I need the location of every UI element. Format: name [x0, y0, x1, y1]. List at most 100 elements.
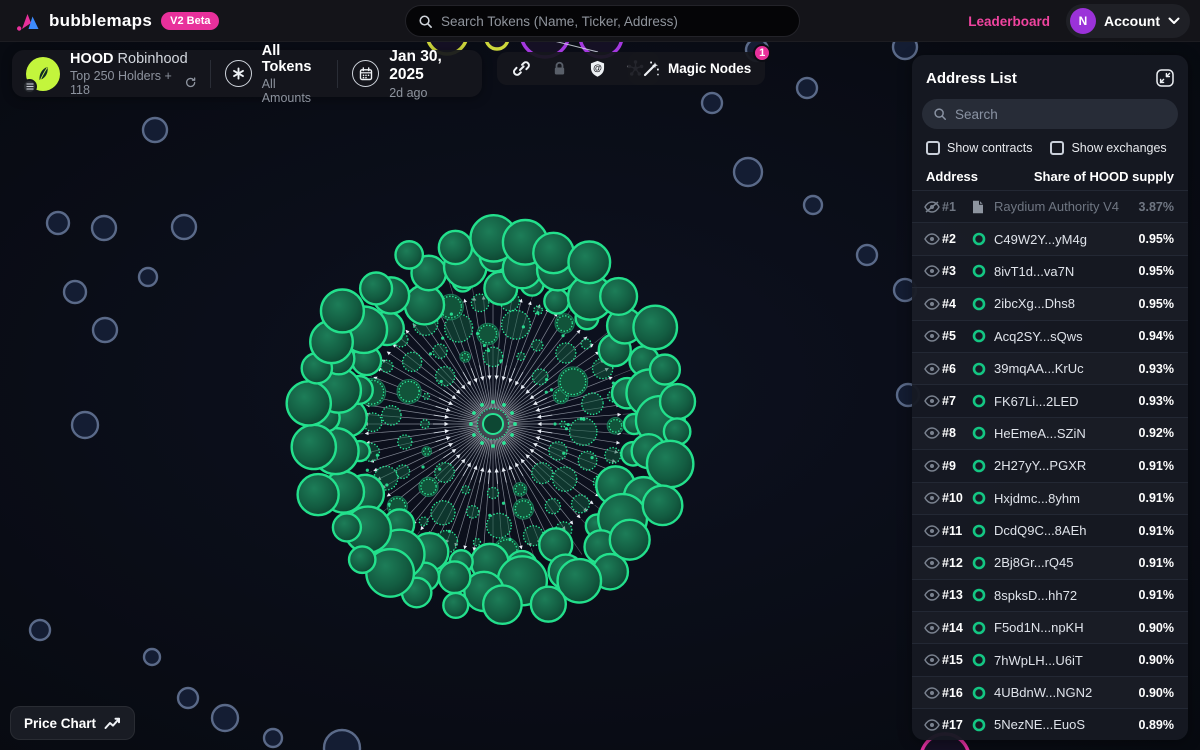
collapse-panel-icon[interactable]	[1154, 67, 1176, 89]
holder-bubble-icon	[972, 491, 994, 505]
eye-icon[interactable]	[924, 427, 942, 439]
svg-text:@: @	[593, 63, 602, 73]
share-value: 3.87%	[1139, 200, 1174, 214]
token-search[interactable]	[405, 5, 800, 37]
table-row[interactable]: #14F5od1N...npKH0.90%	[912, 611, 1188, 643]
column-header-address: Address	[926, 169, 978, 184]
show-contracts-checkbox[interactable]: Show contracts	[926, 141, 1032, 155]
eye-icon[interactable]	[924, 525, 942, 537]
holder-bubble-icon	[972, 556, 994, 570]
eye-icon[interactable]	[924, 719, 942, 731]
address-label: 4UBdnW...NGN2	[994, 685, 1139, 700]
holder-bubble-icon	[972, 718, 994, 732]
eye-icon[interactable]	[924, 330, 942, 342]
rank-label: #15	[942, 653, 972, 667]
table-row[interactable]: #164UBdnW...NGN20.90%	[912, 676, 1188, 708]
eye-icon[interactable]	[924, 492, 942, 504]
address-label: 5NezNE...EuoS	[994, 717, 1139, 732]
table-row[interactable]: #92H27yY...PGXR0.91%	[912, 449, 1188, 481]
filter-title: All Tokens	[262, 43, 324, 75]
magic-nodes-button[interactable]: Magic Nodes 1	[628, 52, 765, 85]
table-row[interactable]: #42ibcXg...Dhs80.95%	[912, 287, 1188, 319]
show-exchanges-checkbox[interactable]: Show exchanges	[1050, 141, 1166, 155]
holder-bubble-icon	[972, 686, 994, 700]
address-search-input[interactable]	[955, 107, 1167, 122]
eye-icon[interactable]	[924, 589, 942, 601]
link-mode-icon[interactable]	[511, 59, 531, 79]
holder-bubble-icon	[972, 297, 994, 311]
eye-icon[interactable]	[924, 395, 942, 407]
search-icon	[418, 14, 433, 29]
address-label: 2Bj8Gr...rQ45	[994, 555, 1139, 570]
trend-line-icon	[104, 717, 121, 730]
table-row[interactable]: #639mqAA...KrUc0.93%	[912, 352, 1188, 384]
column-header-share: Share of HOOD supply	[1034, 169, 1174, 184]
eye-icon[interactable]	[924, 687, 942, 699]
checkbox	[926, 141, 940, 155]
table-row[interactable]: #10Hxjdmc...8yhm0.91%	[912, 482, 1188, 514]
table-row[interactable]: #5Acq2SY...sQws0.94%	[912, 320, 1188, 352]
shield-scan-icon[interactable]: @	[587, 59, 607, 79]
share-value: 0.93%	[1139, 362, 1174, 376]
eye-icon[interactable]	[924, 460, 942, 472]
holder-bubble-icon	[972, 362, 994, 376]
eye-off-icon[interactable]	[924, 201, 942, 213]
table-row[interactable]: #122Bj8Gr...rQ450.91%	[912, 546, 1188, 578]
rank-label: #7	[942, 394, 972, 408]
leaderboard-link[interactable]: Leaderboard	[968, 14, 1050, 29]
topbar-right: Leaderboard N Account	[968, 0, 1190, 42]
date-selector[interactable]: Jan 30, 2025 2d ago	[338, 50, 482, 97]
table-row[interactable]: #8HeEmeA...SZiN0.92%	[912, 417, 1188, 449]
token-selector[interactable]: HOOD Robinhood Top 250 Holders + 118	[12, 50, 210, 97]
brand-logo[interactable]: bubblemaps V2 Beta	[0, 10, 219, 32]
price-chart-button[interactable]: Price Chart	[10, 706, 135, 740]
table-row[interactable]: #2C49W2Y...yM4g0.95%	[912, 222, 1188, 254]
share-value: 0.95%	[1139, 297, 1174, 311]
beta-badge: V2 Beta	[161, 12, 219, 30]
address-label: 39mqAA...KrUc	[994, 361, 1139, 376]
token-info-panel: HOOD Robinhood Top 250 Holders + 118	[12, 50, 482, 97]
holder-bubble-icon	[972, 653, 994, 667]
eye-icon[interactable]	[924, 233, 942, 245]
address-list-title: Address List	[926, 70, 1017, 87]
holder-bubble-icon	[972, 232, 994, 246]
address-search[interactable]	[922, 99, 1178, 129]
token-search-input[interactable]	[441, 14, 787, 29]
lock-icon[interactable]	[549, 59, 569, 79]
share-value: 0.89%	[1139, 718, 1174, 732]
refresh-icon[interactable]	[185, 76, 196, 89]
table-row[interactable]: #7FK67Li...2LED0.93%	[912, 384, 1188, 416]
eye-icon[interactable]	[924, 622, 942, 634]
rank-label: #13	[942, 588, 972, 602]
share-value: 0.91%	[1139, 491, 1174, 505]
rank-label: #12	[942, 556, 972, 570]
eye-icon[interactable]	[924, 654, 942, 666]
share-value: 0.91%	[1139, 459, 1174, 473]
table-row[interactable]: #38ivT1d...va7N0.95%	[912, 255, 1188, 287]
eye-icon[interactable]	[924, 557, 942, 569]
address-label: HeEmeA...SZiN	[994, 426, 1139, 441]
price-chart-label: Price Chart	[24, 716, 96, 731]
share-value: 0.92%	[1139, 426, 1174, 440]
account-menu[interactable]: N Account	[1066, 4, 1190, 38]
eye-icon[interactable]	[924, 265, 942, 277]
table-row[interactable]: #1Raydium Authority V43.87%	[912, 190, 1188, 222]
token-filter-selector[interactable]: All Tokens All Amounts	[211, 50, 338, 97]
holder-bubble-icon	[972, 459, 994, 473]
rank-label: #14	[942, 621, 972, 635]
eye-icon[interactable]	[924, 298, 942, 310]
share-value: 0.95%	[1139, 232, 1174, 246]
magic-wand-icon	[642, 60, 660, 78]
table-row[interactable]: #157hWpLH...U6iT0.90%	[912, 643, 1188, 675]
table-row[interactable]: #138spksD...hh720.91%	[912, 579, 1188, 611]
share-value: 0.90%	[1139, 686, 1174, 700]
contract-icon	[972, 200, 994, 214]
avatar: N	[1070, 8, 1096, 34]
table-row[interactable]: #175NezNE...EuoS0.89%	[912, 708, 1188, 740]
table-row[interactable]: #11DcdQ9C...8AEh0.91%	[912, 514, 1188, 546]
share-value: 0.94%	[1139, 329, 1174, 343]
eye-icon[interactable]	[924, 363, 942, 375]
rank-label: #10	[942, 491, 972, 505]
token-symbol: HOOD	[70, 51, 114, 67]
all-tokens-icon	[225, 60, 252, 87]
